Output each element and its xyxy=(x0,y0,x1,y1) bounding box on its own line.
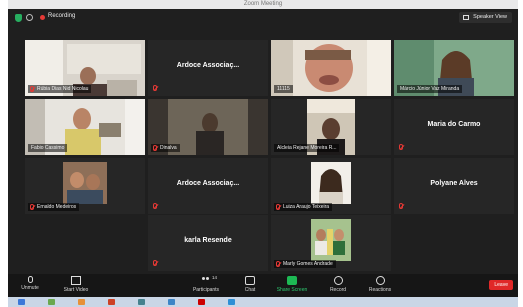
participants-button[interactable]: 14 Participants xyxy=(188,275,224,296)
participant-tile[interactable]: Dinalva xyxy=(148,99,268,155)
muted-mic-icon xyxy=(30,204,34,210)
chat-bubble-icon xyxy=(245,276,255,285)
participant-tile[interactable]: Maria do Carmo xyxy=(394,99,514,155)
unmute-label: Unmute xyxy=(21,285,39,291)
participant-tile[interactable]: Polyane Alves xyxy=(394,158,514,214)
taskbar-app-icon[interactable] xyxy=(138,299,145,305)
share-screen-icon xyxy=(287,276,297,285)
participant-name: Dinalva xyxy=(151,144,180,152)
security-shield-icon[interactable] xyxy=(15,14,22,22)
record-label: Record xyxy=(329,287,347,293)
participant-name: Alcleia Rejane Moreira R... xyxy=(274,144,340,152)
participants-label: Participants xyxy=(192,287,220,293)
zoom-window: Recording Speaker View Rúbia Dias Nid Ni… xyxy=(8,9,518,297)
record-icon xyxy=(333,276,343,285)
meeting-info-icon[interactable] xyxy=(26,14,33,21)
microphone-muted-icon xyxy=(27,276,33,283)
window-title: Zoom Meeting xyxy=(243,1,283,7)
participant-tile[interactable]: Alcleia Rejane Moreira R... xyxy=(271,99,391,155)
os-taskbar xyxy=(8,297,518,307)
participant-display-name: karla Resende xyxy=(184,237,232,244)
start-video-label: Start Video xyxy=(63,287,89,293)
participant-display-name: Polyane Alves xyxy=(430,180,478,187)
muted-mic-icon xyxy=(30,86,34,92)
participant-tile[interactable]: Luiza Araujo Teixeira xyxy=(271,158,391,214)
muted-mic-icon xyxy=(153,145,157,151)
participant-tile[interactable]: Márcio Júnior Vaz Miranda xyxy=(394,40,514,96)
muted-mic-icon xyxy=(399,144,403,150)
record-button[interactable]: Record xyxy=(320,276,356,296)
muted-mic-icon xyxy=(276,261,280,267)
participant-name: Ernaldo Medeiros xyxy=(28,203,80,211)
participant-tile[interactable]: Ernaldo Medeiros xyxy=(25,158,145,214)
taskbar-app-icon[interactable] xyxy=(198,299,205,305)
taskbar-app-icon[interactable] xyxy=(48,299,55,305)
meeting-topbar: Recording Speaker View xyxy=(8,9,518,27)
grid-view-icon xyxy=(463,15,470,20)
start-video-button[interactable]: Start Video xyxy=(58,276,94,296)
participant-tile[interactable]: Ardoce Associaç... xyxy=(148,158,268,214)
share-screen-button[interactable]: Share Screen xyxy=(274,276,310,296)
participant-name: Fabio Cassimo xyxy=(28,144,68,152)
leave-button[interactable]: Leave xyxy=(489,280,513,290)
taskbar-app-icon[interactable] xyxy=(78,299,85,305)
muted-mic-icon xyxy=(276,204,280,210)
participant-tile[interactable]: Marly Gomes Andrade xyxy=(271,215,391,271)
speaker-view-label: Speaker View xyxy=(473,14,507,20)
share-screen-label: Share Screen xyxy=(276,287,308,293)
participant-name: Marly Gomes Andrade xyxy=(274,260,336,268)
reactions-button[interactable]: Reactions xyxy=(362,276,398,296)
reactions-smiley-icon xyxy=(375,276,385,285)
chat-label: Chat xyxy=(244,287,256,293)
participant-display-name: Ardoce Associaç... xyxy=(176,62,240,69)
zoom-taskbar-icon[interactable] xyxy=(228,299,235,305)
muted-mic-icon xyxy=(153,85,157,91)
recording-label: Recording xyxy=(48,13,76,19)
participants-count: 14 xyxy=(212,275,218,280)
reactions-label: Reactions xyxy=(368,287,392,293)
muted-mic-icon xyxy=(399,203,403,209)
meeting-toolbar: Unmute Start Video 14 Participants Chat … xyxy=(8,274,518,297)
participant-tile[interactable]: Ardoce Associaç... xyxy=(148,40,268,96)
taskbar-app-icon[interactable] xyxy=(168,299,175,305)
participant-tile[interactable]: Rúbia Dias Nid Nicolau xyxy=(25,40,145,96)
participants-icon: 14 xyxy=(201,275,217,285)
participant-display-name: Maria do Carmo xyxy=(427,121,481,128)
chat-button[interactable]: Chat xyxy=(232,276,268,296)
video-camera-off-icon xyxy=(71,276,81,285)
window-titlebar: Zoom Meeting xyxy=(8,0,518,9)
start-menu-icon[interactable] xyxy=(18,299,25,305)
muted-mic-icon xyxy=(153,203,157,209)
participant-name: Rúbia Dias Nid Nicolau xyxy=(28,85,92,93)
unmute-button[interactable]: Unmute xyxy=(12,276,48,296)
taskbar-app-icon[interactable] xyxy=(108,299,115,305)
recording-dot-icon xyxy=(40,15,45,20)
participant-display-name: Ardoce Associaç... xyxy=(176,180,240,187)
participant-tile[interactable]: Fabio Cassimo xyxy=(25,99,145,155)
participant-tile-active-speaker[interactable]: 11115 xyxy=(271,40,391,96)
participant-name: Márcio Júnior Vaz Miranda xyxy=(397,85,463,93)
participant-name: Luiza Araujo Teixeira xyxy=(274,203,333,211)
speaker-view-button[interactable]: Speaker View xyxy=(459,12,512,23)
participant-tile[interactable]: karla Resende xyxy=(148,215,268,271)
muted-mic-icon xyxy=(153,260,157,266)
participant-name: 11115 xyxy=(274,85,293,93)
